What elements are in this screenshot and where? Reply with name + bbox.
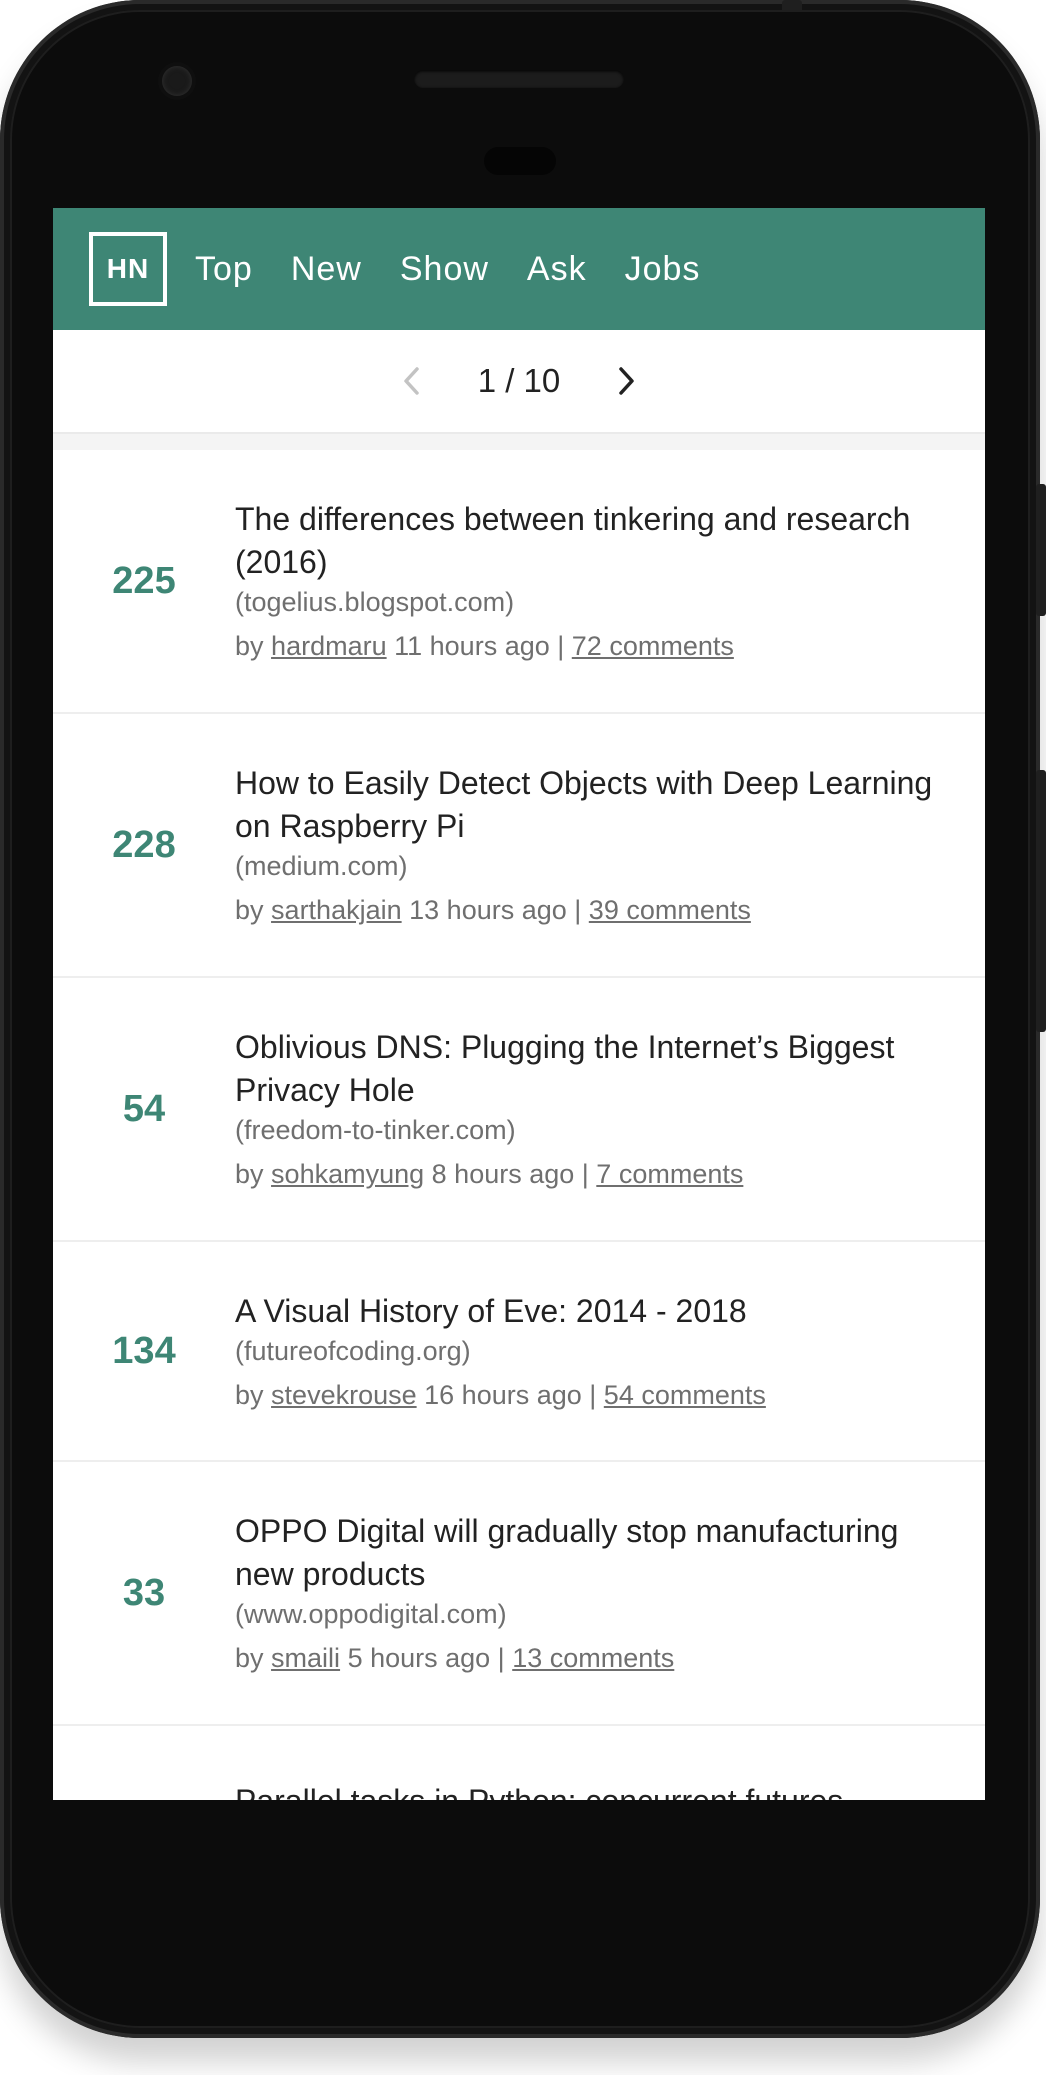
story-title[interactable]: How to Easily Detect Objects with Deep L… xyxy=(235,762,945,848)
story-item: 225 The differences between tinkering an… xyxy=(53,450,985,714)
story-item: 228 How to Easily Detect Objects with De… xyxy=(53,714,985,978)
story-domain: (futureofcoding.org) xyxy=(235,1335,471,1366)
story-comments-link[interactable]: 54 comments xyxy=(604,1380,766,1410)
story-time: 16 hours ago | xyxy=(424,1379,597,1410)
story-user-link[interactable]: hardmaru xyxy=(271,631,387,661)
nav-jobs[interactable]: Jobs xyxy=(625,250,701,289)
story-comments-link[interactable]: 7 comments xyxy=(596,1159,743,1189)
partial-story-title[interactable]: Parallel tasks in Python: concurrent.fut… xyxy=(53,1726,985,1800)
story-content: The differences between tinkering and re… xyxy=(235,498,985,664)
hn-logo[interactable]: HN xyxy=(89,232,167,306)
story-meta: by sarthakjain 13 hours ago | 39 comment… xyxy=(235,892,945,928)
phone-frame: HN Top New Show Ask Jobs 1 / 10 225 The … xyxy=(0,0,1046,2038)
pagination-bar: 1 / 10 xyxy=(53,330,985,434)
story-time: 13 hours ago | xyxy=(409,895,582,925)
power-button xyxy=(1036,484,1046,616)
by-label: by xyxy=(235,1159,264,1189)
story-comments-link[interactable]: 13 comments xyxy=(512,1643,674,1673)
by-label: by xyxy=(235,895,264,925)
story-domain: (www.oppodigital.com) xyxy=(235,1599,507,1629)
story-score: 225 xyxy=(112,559,176,602)
nav-top[interactable]: Top xyxy=(195,250,253,289)
story-item: 54 Oblivious DNS: Plugging the Internet’… xyxy=(53,978,985,1242)
story-score: 54 xyxy=(122,1087,166,1130)
story-title[interactable]: Oblivious DNS: Plugging the Internet’s B… xyxy=(235,1026,945,1112)
story-score: 134 xyxy=(112,1329,176,1372)
story-comments-link[interactable]: 39 comments xyxy=(589,895,751,925)
nav-show[interactable]: Show xyxy=(400,250,489,289)
story-item: 134 A Visual History of Eve: 2014 - 2018… xyxy=(53,1242,985,1462)
proximity-sensor xyxy=(484,147,556,175)
by-label: by xyxy=(235,1379,264,1410)
story-domain: (medium.com) xyxy=(235,851,408,881)
front-camera-icon xyxy=(162,66,192,96)
chevron-left-icon[interactable] xyxy=(392,361,432,401)
earpiece-speaker xyxy=(414,70,624,88)
volume-button xyxy=(1036,770,1046,1032)
story-time: 5 hours ago | xyxy=(347,1643,505,1673)
story-time: 8 hours ago | xyxy=(431,1159,589,1189)
story-meta: by sohkamyung 8 hours ago | 7 comments xyxy=(235,1156,945,1192)
by-label: by xyxy=(235,631,264,661)
page-indicator: 1 / 10 xyxy=(477,362,561,399)
story-content: A Visual History of Eve: 2014 - 2018 (fu… xyxy=(235,1290,985,1413)
main-nav: Top New Show Ask Jobs xyxy=(195,250,738,289)
story-domain: (togelius.blogspot.com) xyxy=(235,587,515,617)
story-comments-link[interactable]: 72 comments xyxy=(572,631,734,661)
story-content: How to Easily Detect Objects with Deep L… xyxy=(235,762,985,928)
story-meta: by hardmaru 11 hours ago | 72 comments xyxy=(235,628,945,664)
story-user-link[interactable]: sarthakjain xyxy=(271,895,402,925)
story-content: Oblivious DNS: Plugging the Internet’s B… xyxy=(235,1026,985,1192)
story-title[interactable]: OPPO Digital will gradually stop manufac… xyxy=(235,1510,945,1596)
by-label: by xyxy=(235,1643,264,1673)
story-title[interactable]: The differences between tinkering and re… xyxy=(235,498,945,584)
story-meta: by smaili 5 hours ago | 13 comments xyxy=(235,1640,945,1676)
story-user-link[interactable]: smaili xyxy=(271,1643,340,1673)
story-user-link[interactable]: stevekrouse xyxy=(271,1380,417,1410)
nav-new[interactable]: New xyxy=(291,250,362,289)
story-meta: by stevekrouse 16 hours ago | 54 comment… xyxy=(235,1377,945,1413)
story-domain: (freedom-to-tinker.com) xyxy=(235,1115,516,1145)
app-screen: HN Top New Show Ask Jobs 1 / 10 225 The … xyxy=(53,208,985,1800)
list-gap xyxy=(53,434,985,450)
story-item: 33 OPPO Digital will gradually stop manu… xyxy=(53,1462,985,1726)
story-title[interactable]: A Visual History of Eve: 2014 - 2018 xyxy=(235,1290,945,1333)
story-score: 228 xyxy=(112,823,176,866)
nav-ask[interactable]: Ask xyxy=(527,250,587,289)
story-user-link[interactable]: sohkamyung xyxy=(271,1159,424,1189)
story-content: OPPO Digital will gradually stop manufac… xyxy=(235,1510,985,1676)
story-score: 33 xyxy=(122,1571,166,1614)
app-header: HN Top New Show Ask Jobs xyxy=(53,208,985,330)
story-time: 11 hours ago | xyxy=(394,631,565,661)
chevron-right-icon[interactable] xyxy=(606,361,646,401)
